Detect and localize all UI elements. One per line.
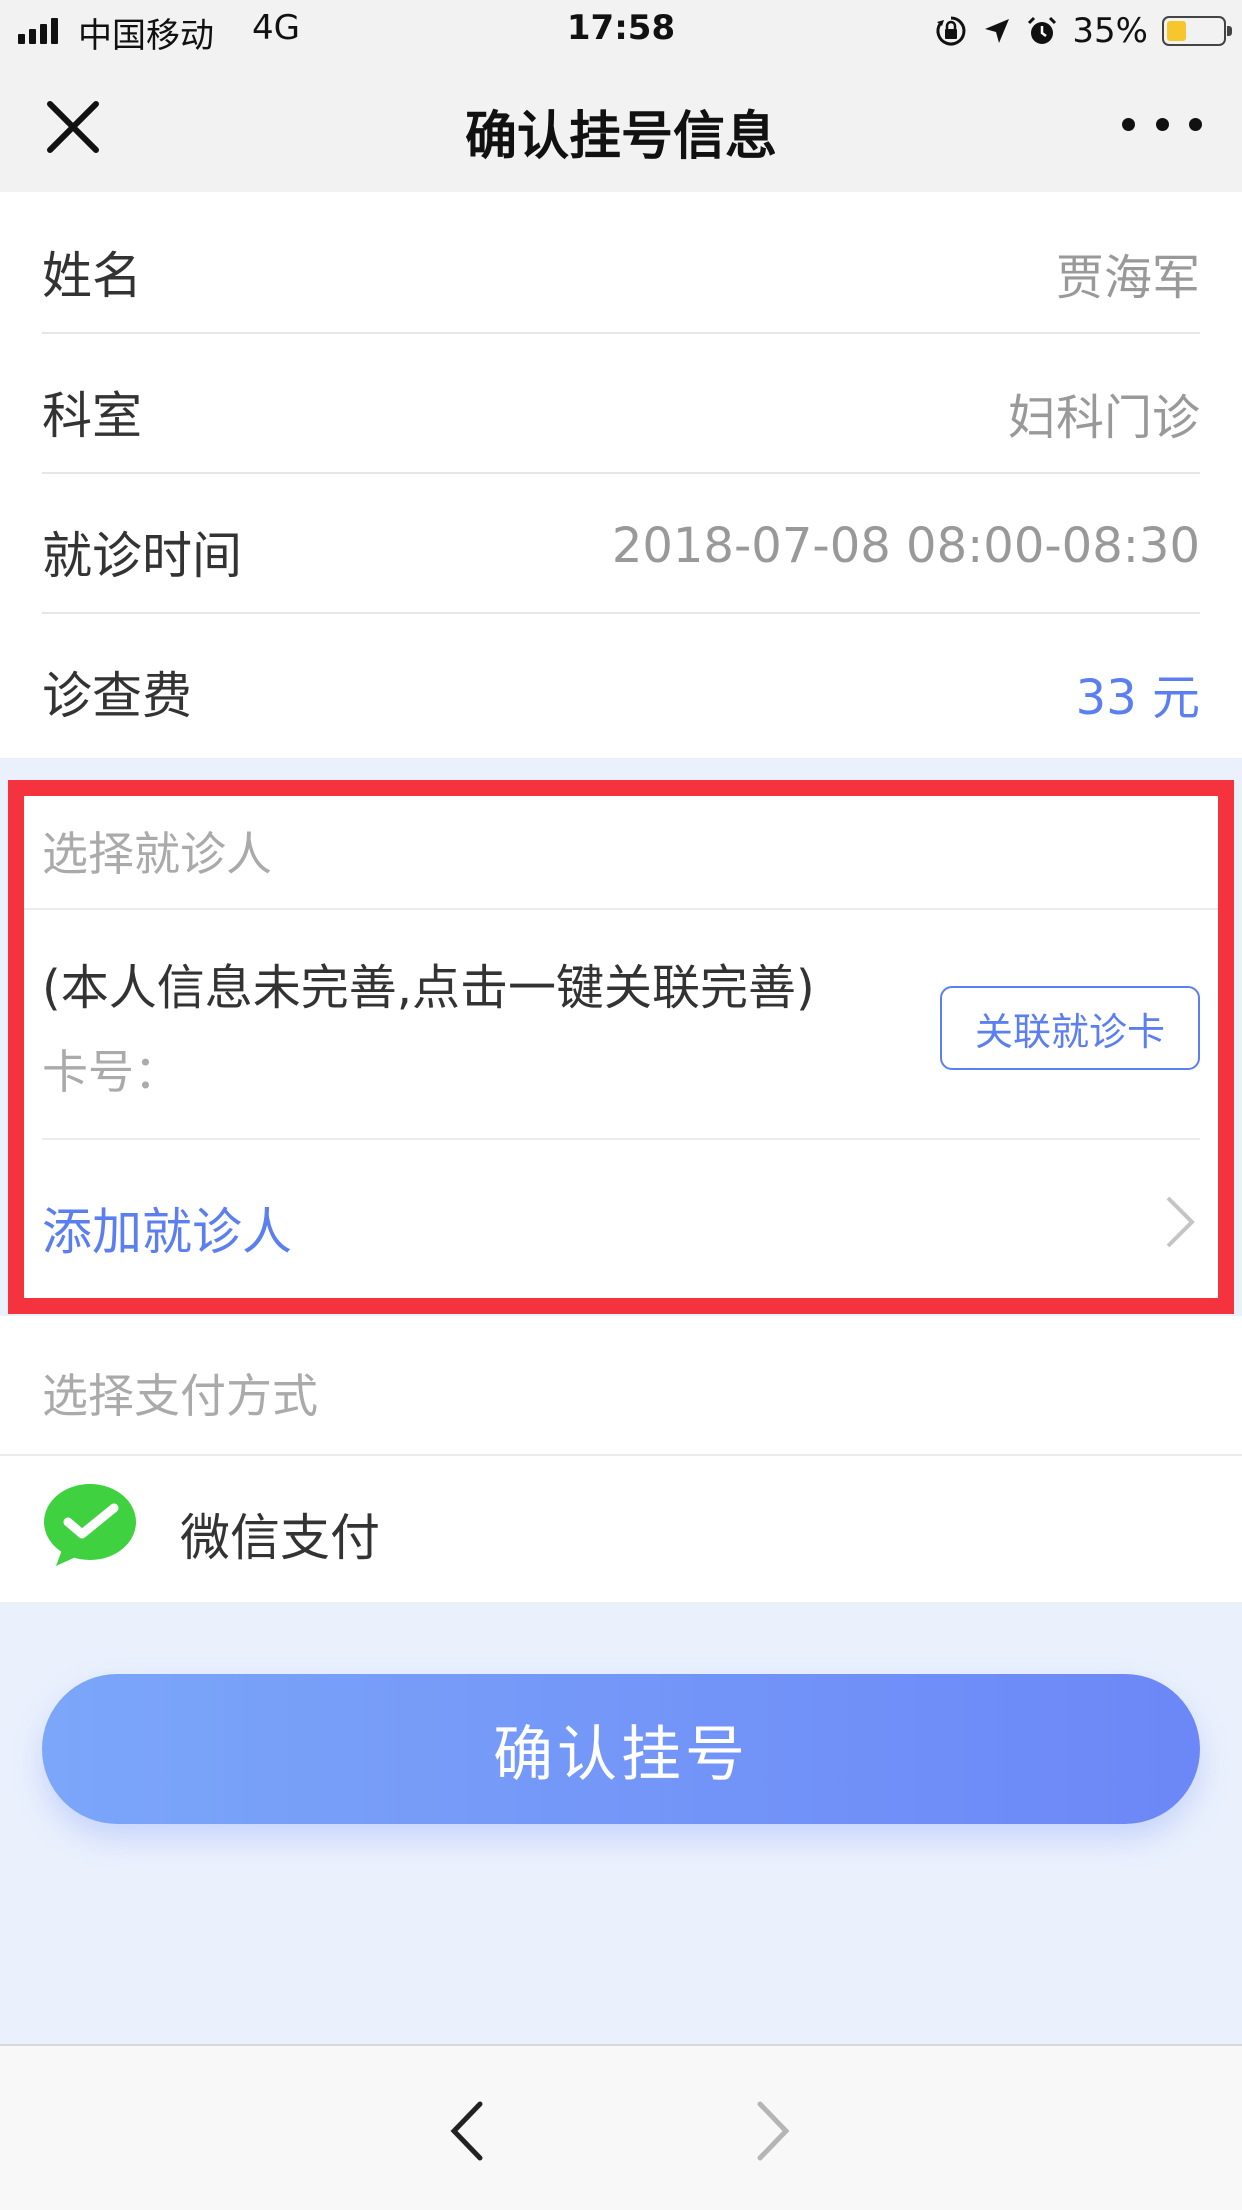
battery-percent: 35% — [1072, 11, 1148, 51]
link-card-button[interactable]: 关联就诊卡 — [940, 986, 1200, 1070]
info-value: 贾海军 — [1055, 250, 1200, 306]
info-row-fee: 诊查费 33 元 — [42, 612, 1200, 752]
info-label: 诊查费 — [42, 667, 192, 725]
location-arrow-icon — [985, 19, 1010, 43]
payment-method-label: 微信支付 — [180, 1509, 380, 1567]
battery-level — [1167, 21, 1186, 41]
info-label: 姓名 — [42, 247, 142, 305]
add-patient-link[interactable]: 添加就诊人 — [42, 1192, 292, 1264]
info-row-name: 姓名 贾海军 — [42, 192, 1200, 334]
card-number-label: 卡号： — [42, 1045, 180, 1099]
info-row-time: 就诊时间 2018-07-08 08:00-08:30 — [42, 472, 1200, 614]
confirm-registration-button[interactable]: 确认挂号 — [42, 1674, 1200, 1824]
page-title: 确认挂号信息 — [464, 107, 777, 167]
registration-info-card: 姓名 贾海军 科室 妇科门诊 就诊时间 2018-07-08 08:00-08:… — [0, 192, 1242, 758]
forward-arrow-icon[interactable] — [740, 2096, 800, 2166]
payment-section-header: 选择支付方式 — [0, 1316, 1242, 1456]
patient-info-text[interactable]: (本人信息未完善,点击一键关联完善) — [42, 948, 815, 1018]
divider — [24, 908, 1218, 910]
info-value: 妇科门诊 — [1007, 390, 1200, 446]
info-value: 2018-07-08 08:00-08:30 — [611, 518, 1200, 574]
payment-method-row[interactable]: 微信支付 — [0, 1456, 1242, 1602]
info-label: 就诊时间 — [42, 527, 242, 585]
info-row-department: 科室 妇科门诊 — [42, 332, 1200, 474]
patient-select-card: 选择就诊人 (本人信息未完善,点击一键关联完善) 卡号： 关联就诊卡 添加就诊人 — [24, 796, 1218, 1298]
alarm-clock-icon — [1028, 16, 1057, 44]
more-icon[interactable] — [1122, 104, 1202, 144]
orientation-lock-icon — [936, 16, 966, 46]
payment-section-title: 选择支付方式 — [42, 1369, 318, 1423]
battery-icon — [1162, 16, 1232, 46]
patient-section-title: 选择就诊人 — [42, 827, 272, 881]
nav-bar: 确认挂号信息 — [0, 62, 1242, 193]
divider — [42, 1138, 1200, 1140]
wechat-pay-icon — [44, 1484, 136, 1566]
fee-value: 33 元 — [1075, 670, 1200, 726]
status-bar: 中国移动 4G 17:58 35% — [0, 0, 1242, 62]
chevron-right-icon[interactable] — [1160, 1192, 1200, 1252]
info-label: 科室 — [42, 387, 142, 445]
status-right-group: 35% — [934, 10, 1232, 52]
browser-toolbar — [0, 2044, 1242, 2210]
back-arrow-icon[interactable] — [440, 2096, 500, 2166]
